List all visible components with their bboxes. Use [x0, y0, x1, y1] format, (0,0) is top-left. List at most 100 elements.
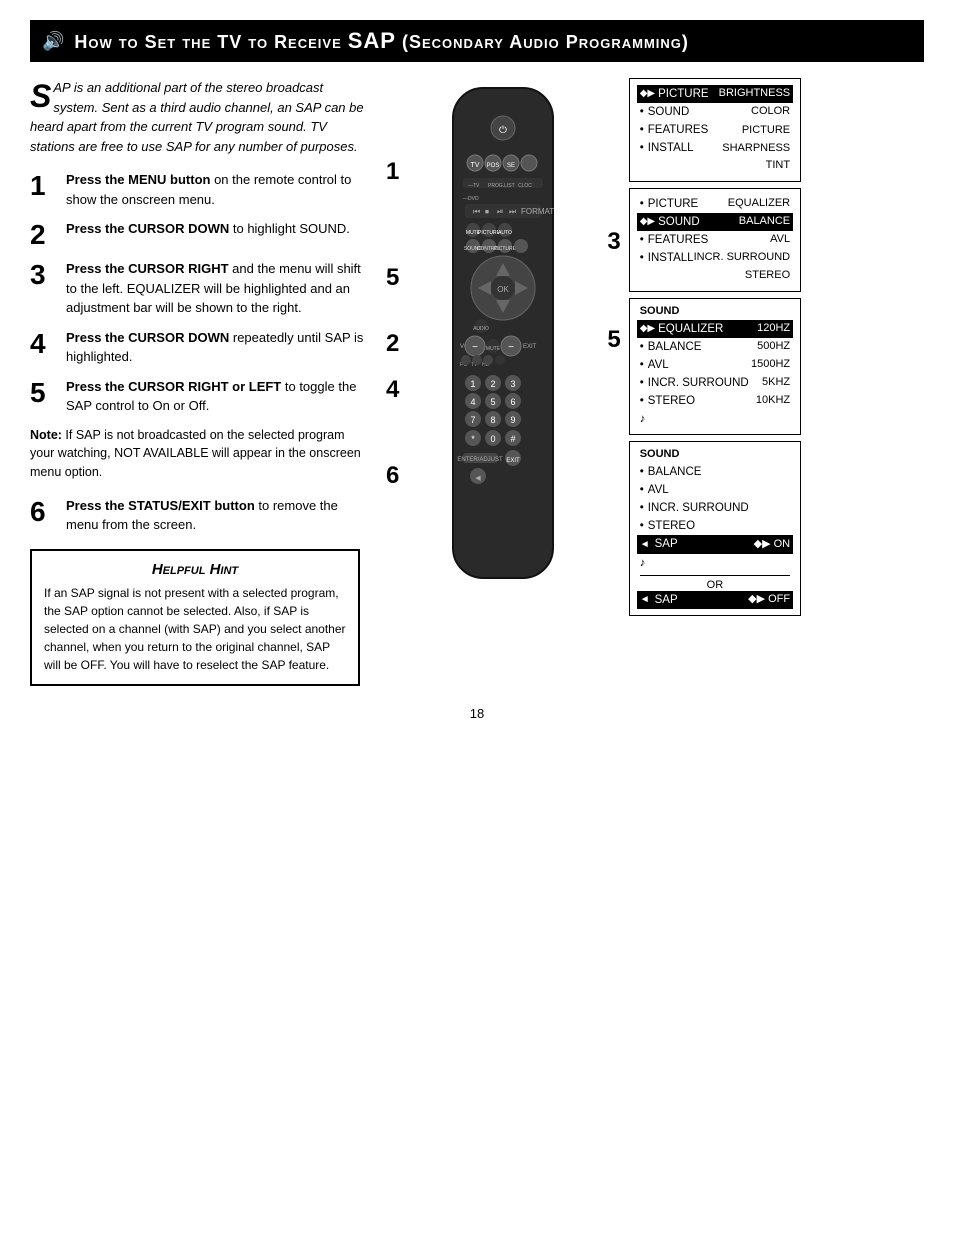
step-label-5b: 5: [607, 326, 620, 354]
step-labels-left: 1 5 2 4 6: [386, 158, 399, 490]
svg-text:⏭: ⏭: [509, 207, 516, 216]
step-5: 5 Press the CURSOR RIGHT or LEFT to togg…: [30, 377, 370, 416]
svg-text:CLOC: CLOC: [518, 183, 532, 189]
remote-svg: ⏻ TV POS SE —TV PROG.LIST CLOC —DVD: [403, 78, 603, 598]
step-label-2: 2: [386, 330, 399, 358]
menu-right-10khz: 10KHZ: [756, 393, 790, 408]
menu-screen-1: ◆▶ PICTURE BRIGHTNESS • SOUND COLOR • FE…: [629, 78, 801, 182]
bullet-10: •: [640, 393, 644, 409]
svg-text:−: −: [508, 342, 514, 353]
svg-text:⏹: ⏹: [485, 207, 489, 216]
intro-paragraph: SAP is an additional part of the stereo …: [30, 78, 370, 156]
step-label-4: 4: [386, 376, 399, 404]
menu-right-stereo-2: STEREO: [745, 268, 790, 283]
menu-row-tint: TINT: [640, 157, 790, 174]
bullet-7: •: [640, 339, 644, 355]
menu-row-incr-3: • INCR. SURROUND 5KHZ: [640, 374, 790, 392]
step-6: 6 Press the STATUS/EXIT button to remove…: [30, 496, 370, 535]
menu-screens: ◆▶ PICTURE BRIGHTNESS • SOUND COLOR • FE…: [629, 78, 801, 616]
menu-label-incr-4: INCR. SURROUND: [648, 500, 749, 516]
menu-right-brightness: BRIGHTNESS: [719, 86, 791, 101]
menu-row-note-3: ♪: [640, 410, 790, 428]
svg-text:—TV: —TV: [468, 183, 480, 189]
svg-text:−: −: [472, 342, 478, 353]
menu-screen-3: SOUND ◆▶ EQUALIZER 120HZ • BALANCE 500HZ…: [629, 298, 801, 436]
menu-label-stereo-3: STEREO: [648, 393, 695, 409]
svg-text:—DVD: —DVD: [463, 196, 479, 202]
menu-right-incr-surround-2: INCR. SURROUND: [694, 250, 791, 265]
bullet-11: •: [640, 464, 644, 480]
step-6-number: 6: [30, 498, 58, 526]
left-column: SAP is an additional part of the stereo …: [30, 78, 370, 686]
arrow-icon-5: ◄: [640, 593, 650, 607]
menu-row-sap-on: ◄ SAP ◆▶ ON: [637, 535, 793, 553]
menu-label-features-2: FEATURES: [648, 232, 709, 248]
step-2-text: Press the CURSOR DOWN to highlight SOUND…: [66, 219, 350, 239]
svg-text:MUTE: MUTE: [486, 346, 501, 352]
svg-text:SE: SE: [507, 163, 515, 169]
svg-text:AUTO: AUTO: [498, 230, 512, 236]
svg-text:⏮: ⏮: [473, 207, 480, 216]
svg-text:3: 3: [511, 379, 516, 389]
menu-label-install-1: INSTALL: [648, 140, 694, 156]
page-title: How to Set the TV to Receive SAP (Second…: [74, 28, 688, 54]
menu-right-avl: AVL: [770, 232, 790, 247]
menu-row-balance-3: • BALANCE 500HZ: [640, 338, 790, 356]
menu-right-sap-off: ◆▶ OFF: [748, 592, 790, 607]
menu-row-avl-3: • AVL 1500HZ: [640, 356, 790, 374]
menu-right-sap-on: ◆▶ ON: [754, 537, 790, 552]
menu-label-avl-4: AVL: [648, 482, 669, 498]
note-symbol-4: ♪: [640, 555, 646, 571]
drop-cap: S: [30, 80, 51, 112]
menu-row-stereo-3: • STEREO 10KHZ: [640, 392, 790, 410]
menu-row-install-2: • INSTALL INCR. SURROUND: [640, 249, 790, 267]
svg-text:POS: POS: [487, 163, 500, 169]
bullet-9: •: [640, 375, 644, 391]
menu-row-stereo-4: • STEREO: [640, 517, 790, 535]
step-label-1: 1: [386, 158, 399, 186]
right-column: 1 5 2 4 6 ⏻ TV POS: [386, 78, 924, 686]
step-5-text: Press the CURSOR RIGHT or LEFT to toggle…: [66, 377, 370, 416]
menu-label-sound-2: SOUND: [658, 214, 700, 230]
note-text: Note: If SAP is not broadcasted on the s…: [30, 426, 370, 482]
bullet-8: •: [640, 357, 644, 373]
menu-row-picture-highlighted: ◆▶ PICTURE BRIGHTNESS: [637, 85, 793, 103]
menu-row-features-2: • FEATURES AVL: [640, 231, 790, 249]
menu-3-label: SOUND: [640, 305, 790, 318]
arrow-icon-2: ◆▶: [640, 215, 655, 229]
audio-icon: 🔊: [42, 31, 64, 52]
svg-text:1: 1: [471, 379, 476, 389]
page-header: 🔊 How to Set the TV to Receive SAP (Seco…: [30, 20, 924, 62]
menu-label-sap-off: SAP: [655, 592, 678, 608]
menu-row-equalizer-highlighted: ◆▶ EQUALIZER 120HZ: [637, 320, 793, 338]
menu-label-sap-on: SAP: [655, 536, 678, 552]
svg-text:OK: OK: [498, 285, 510, 294]
menu-label-picture-2: PICTURE: [648, 196, 698, 212]
menu-right-tint: TINT: [766, 158, 790, 173]
svg-text:EXIT: EXIT: [523, 344, 537, 350]
step-4-text: Press the CURSOR DOWN repeatedly until S…: [66, 328, 370, 367]
bullet-13: •: [640, 500, 644, 516]
menu-row-incr-4: • INCR. SURROUND: [640, 499, 790, 517]
svg-text:⏻: ⏻: [499, 125, 507, 136]
step-1-number: 1: [30, 172, 58, 200]
step-6-text: Press the STATUS/EXIT button to remove t…: [66, 496, 370, 535]
menu-right-balance: BALANCE: [739, 214, 790, 229]
step-4: 4 Press the CURSOR DOWN repeatedly until…: [30, 328, 370, 367]
menu-row-note-4: ♪: [640, 554, 790, 572]
svg-text:2: 2: [491, 379, 496, 389]
svg-text:9: 9: [511, 415, 516, 425]
bullet-3: •: [640, 140, 644, 156]
menu-row-balance-4: • BALANCE: [640, 463, 790, 481]
svg-text:#: #: [511, 434, 516, 444]
hint-title: Helpful Hint: [44, 561, 346, 578]
menu-row-avl-4: • AVL: [640, 481, 790, 499]
svg-text:FORMAT: FORMAT: [521, 207, 554, 216]
step-5-number: 5: [30, 379, 58, 407]
svg-text:0: 0: [491, 434, 496, 444]
menu-label-features-1: FEATURES: [648, 122, 709, 138]
menu-screen-2: • PICTURE EQUALIZER ◆▶ SOUND BALANCE • F…: [629, 188, 801, 292]
menu-row-sap-off: ◄ SAP ◆▶ OFF: [637, 591, 793, 609]
bullet-5: •: [640, 232, 644, 248]
menu-label-balance-4: BALANCE: [648, 464, 702, 480]
